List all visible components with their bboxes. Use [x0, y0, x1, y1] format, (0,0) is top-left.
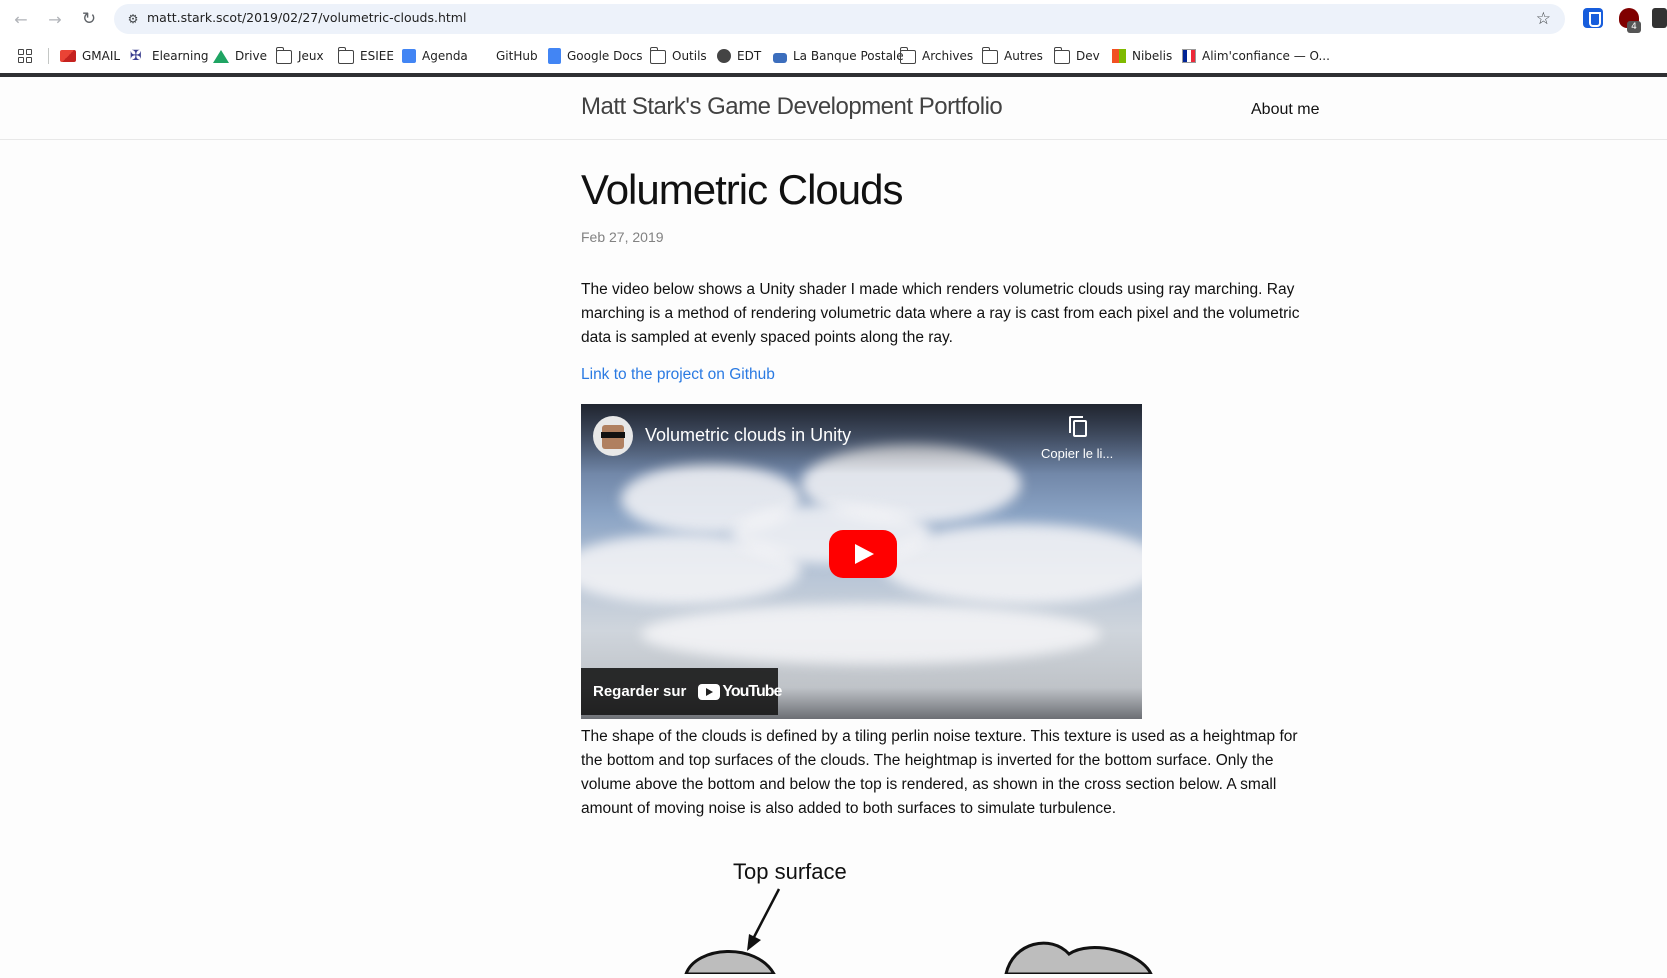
- bookmark-alimconfiance[interactable]: Alim'confiance — O...: [1182, 46, 1330, 66]
- site-header: Matt Stark's Game Development Portfolio …: [0, 77, 1667, 140]
- bookmark-archives[interactable]: Archives: [899, 46, 974, 66]
- bookmark-label: Archives: [922, 49, 974, 63]
- diagram-arrowhead: [747, 934, 761, 951]
- bookmark-label: La Banque Postale: [793, 49, 904, 63]
- diagram-label-top-surface: Top surface: [733, 859, 847, 884]
- bookmark-github[interactable]: GitHub: [476, 46, 538, 66]
- bookmark-elearning[interactable]: ✠ Elearning: [130, 46, 209, 66]
- play-button[interactable]: [829, 530, 897, 578]
- forward-icon[interactable]: →: [44, 8, 66, 30]
- reload-icon[interactable]: ↻: [78, 8, 100, 30]
- bookmark-agenda[interactable]: Agenda: [402, 46, 468, 66]
- folder-icon: [981, 47, 998, 64]
- gmail-icon: [60, 50, 76, 62]
- bookmark-banque-postale[interactable]: La Banque Postale: [773, 46, 904, 66]
- youtube-logo: YouTube: [698, 682, 782, 701]
- browser-chrome: ← → ↻ ⚙ matt.stark.scot/2019/02/27/volum…: [0, 0, 1667, 77]
- url-text[interactable]: matt.stark.scot/2019/02/27/volumetric-cl…: [147, 10, 466, 25]
- youtube-embed[interactable]: Volumetric clouds in Unity Copier le li.…: [581, 404, 1142, 719]
- github-icon: [476, 49, 490, 63]
- bookmark-label: Agenda: [422, 49, 468, 63]
- channel-avatar[interactable]: [593, 416, 633, 456]
- back-icon[interactable]: ←: [10, 8, 32, 30]
- bookmark-star-icon[interactable]: ☆: [1536, 9, 1551, 29]
- diagram-arrow: [751, 888, 781, 940]
- bookmark-label: Outils: [672, 49, 707, 63]
- copy-link-label[interactable]: Copier le li...: [1041, 446, 1113, 461]
- bookmark-label: Google Docs: [567, 49, 643, 63]
- site-title-link[interactable]: Matt Stark's Game Development Portfolio: [581, 93, 1003, 121]
- drive-icon: [213, 49, 229, 63]
- nav-about-link[interactable]: About me: [1251, 101, 1319, 119]
- bitwarden-extension-icon[interactable]: [1583, 8, 1603, 28]
- bookmark-label: Dev: [1076, 49, 1100, 63]
- youtube-wordmark: YouTube: [722, 682, 782, 700]
- bookmark-label: Drive: [235, 49, 267, 63]
- watch-on-label: Regarder sur: [593, 683, 687, 700]
- github-link[interactable]: Link to the project on Github: [581, 366, 775, 384]
- folder-icon: [275, 47, 292, 64]
- body-paragraph: The shape of the clouds is defined by a …: [581, 728, 1298, 817]
- post-date: Feb 27, 2019: [581, 229, 664, 245]
- cross-section-diagram: [581, 834, 1321, 976]
- bookmark-label: Elearning: [152, 49, 209, 63]
- intro-paragraph: The video below shows a Unity shader I m…: [581, 281, 1300, 346]
- bookmark-gmail[interactable]: GMAIL: [60, 46, 120, 66]
- address-bar[interactable]: ⚙ matt.stark.scot/2019/02/27/volumetric-…: [114, 4, 1565, 34]
- bookmark-dev[interactable]: Dev: [1053, 46, 1100, 66]
- elearning-icon: ✠: [130, 48, 142, 64]
- extension-badge: 4: [1627, 21, 1641, 33]
- bookmarks-bar: GMAIL ✠ Elearning Drive Jeux ESIEE Agend…: [0, 42, 1667, 70]
- bookmark-edt[interactable]: EDT: [717, 46, 761, 66]
- bookmark-label: Nibelis: [1132, 49, 1173, 63]
- calendar-icon: [402, 49, 416, 63]
- folder-icon: [1053, 47, 1070, 64]
- bookmark-label: ESIEE: [360, 49, 394, 63]
- folder-icon: [649, 47, 666, 64]
- cloud-shape-left: [683, 950, 777, 976]
- bookmark-outils[interactable]: Outils: [649, 46, 707, 66]
- bank-icon: [773, 52, 787, 63]
- bookmark-label: GMAIL: [82, 49, 121, 63]
- bookmark-nibelis[interactable]: Nibelis: [1112, 46, 1172, 66]
- cross-section-svg: [683, 888, 1154, 976]
- bookmark-label: GitHub: [496, 49, 538, 63]
- folder-icon: [899, 47, 916, 64]
- youtube-play-icon: [698, 683, 721, 700]
- bookmark-jeux[interactable]: Jeux: [275, 46, 324, 66]
- microsoft-icon: [1112, 49, 1126, 63]
- bookmark-label: EDT: [737, 49, 762, 63]
- docs-icon: [548, 48, 561, 64]
- bookmark-google-docs[interactable]: Google Docs: [548, 46, 643, 66]
- copy-link-icon[interactable]: [1069, 416, 1087, 437]
- bookmark-autres[interactable]: Autres: [981, 46, 1043, 66]
- browser-toolbar: ← → ↻ ⚙ matt.stark.scot/2019/02/27/volum…: [0, 0, 1667, 38]
- folder-icon: [337, 47, 354, 64]
- video-cloud: [641, 604, 1101, 664]
- video-title[interactable]: Volumetric clouds in Unity: [645, 425, 851, 446]
- bookmark-label: Autres: [1004, 49, 1043, 63]
- watch-on-youtube-button[interactable]: Regarder sur YouTube: [581, 668, 782, 715]
- extension-icon[interactable]: [1652, 8, 1667, 28]
- bookmark-drive[interactable]: Drive: [213, 46, 267, 66]
- gov-icon: [1182, 49, 1196, 63]
- site-info-icon[interactable]: ⚙: [124, 10, 142, 28]
- cloud-shape-right: [1004, 941, 1154, 976]
- post-title: Volumetric Clouds: [581, 166, 903, 213]
- bookmark-esiee[interactable]: ESIEE: [337, 46, 394, 66]
- globe-icon: [717, 49, 731, 63]
- bookmark-label: Jeux: [298, 49, 324, 63]
- bookmark-label: Alim'confiance — O...: [1202, 49, 1330, 63]
